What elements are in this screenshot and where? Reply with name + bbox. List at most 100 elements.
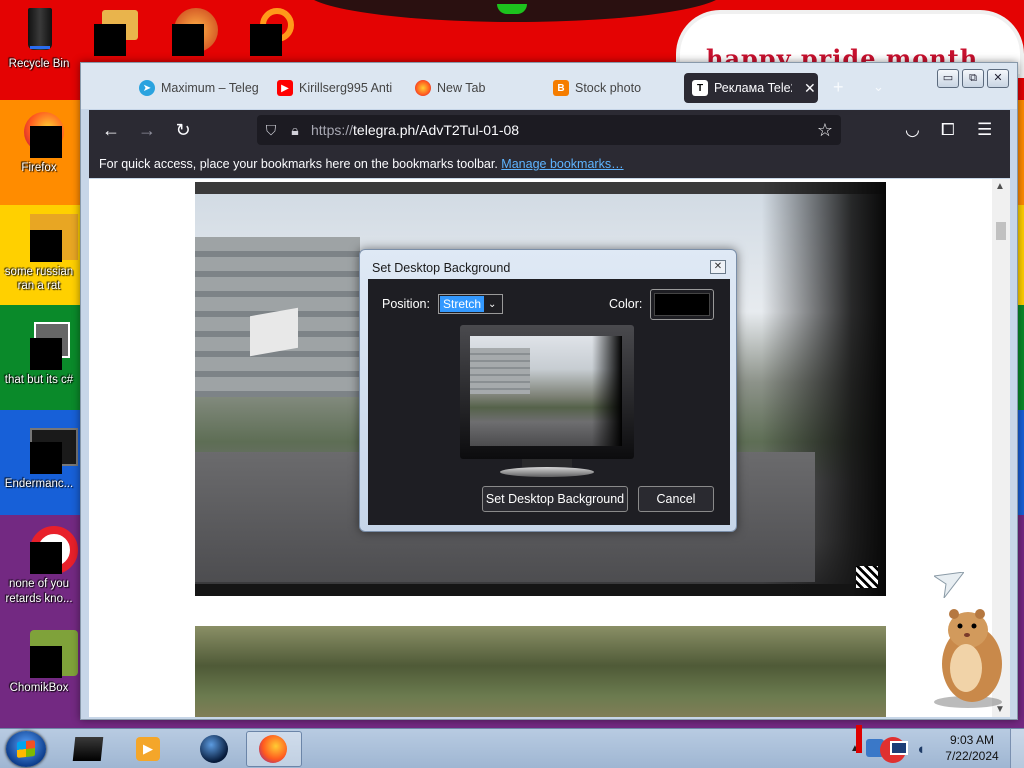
desktop-icon-russian-rat[interactable]: some russian ran a rat <box>0 214 78 293</box>
dialog-close-icon[interactable]: ✕ <box>710 260 726 274</box>
system-tray: ▲ ◖ <box>850 725 940 767</box>
firefox-icon <box>415 80 431 96</box>
youtube-icon: ▶ <box>277 80 293 96</box>
desktop-icon-endermanch[interactable]: Endermanc... <box>0 426 78 491</box>
telegram-icon: ➤ <box>139 80 155 96</box>
firefox-icon <box>259 735 287 763</box>
background-preview <box>470 336 622 446</box>
cancel-button[interactable]: Cancel <box>638 486 714 512</box>
manage-bookmarks-link[interactable]: Manage bookmarks… <box>501 157 623 171</box>
scrollbar-thumb[interactable] <box>996 222 1006 240</box>
windows-logo-icon <box>17 740 35 758</box>
tab-strip: ➤ Maximum – Teleg ▶ Kirillserg995 Anti N… <box>81 63 1017 109</box>
navigation-toolbar: ← → ↻ ⛉ 🔒︎ https://telegra.ph/AdvT2Tul-0… <box>89 110 1010 150</box>
display-icon[interactable] <box>890 741 908 755</box>
monitor-preview <box>460 325 634 481</box>
hamster-icon <box>16 630 78 678</box>
menu-icon[interactable]: ☰ <box>977 120 992 140</box>
color-label: Color: <box>609 297 643 311</box>
desktop-icon-csharp[interactable]: that but its c# <box>0 322 78 387</box>
desktop-icon-label: that but its c# <box>4 374 74 386</box>
tab-label: Maximum – Teleg <box>161 81 259 95</box>
desktop-icon-none-of-you[interactable]: none of you retards kno... <box>0 526 78 607</box>
tab-label: Kirillserg995 Anti <box>299 81 393 95</box>
tray-marker <box>856 725 862 753</box>
terminal-icon <box>16 426 78 474</box>
billboard <box>250 307 298 357</box>
paper-plane-icon <box>934 572 964 598</box>
position-value: Stretch <box>440 296 485 312</box>
tab-telegram[interactable]: ➤ Maximum – Teleg <box>131 73 261 103</box>
desktop-icon-label: Recycle Bin <box>8 58 70 70</box>
recycle-bin-icon <box>16 6 62 54</box>
close-button[interactable]: ✕ <box>987 69 1009 88</box>
play-icon: ▶ <box>136 737 160 761</box>
list-tabs-icon[interactable]: ⌄ <box>873 79 884 95</box>
new-tab-icon[interactable]: + <box>833 77 844 98</box>
bookmarks-hint: For quick access, place your bookmarks h… <box>99 157 498 171</box>
show-desktop-button[interactable] <box>1010 729 1024 768</box>
close-tab-icon[interactable]: ✕ <box>804 80 816 97</box>
color-picker-button[interactable] <box>650 289 714 320</box>
hamster-mascot <box>934 609 1002 708</box>
set-desktop-background-dialog: Set Desktop Background ✕ Position: Stret… <box>359 249 737 532</box>
desktop-shortcut-app[interactable] <box>250 8 298 56</box>
desktop-icon-label: Endermanc... <box>4 478 74 490</box>
reload-icon[interactable]: ↻ <box>165 120 201 141</box>
position-select[interactable]: Stretch ⌄ <box>438 294 503 314</box>
desktop-icon-label: ChomikBox <box>9 682 69 694</box>
qr-code <box>856 566 878 588</box>
desktop-icon-chomikbox[interactable]: ChomikBox <box>0 630 78 695</box>
desktop-shortcut-app[interactable] <box>172 8 220 56</box>
extensions-icon[interactable]: ⧠ <box>941 120 955 140</box>
start-button[interactable] <box>6 731 46 767</box>
desktop-decoration <box>305 0 725 22</box>
set-desktop-background-button[interactable]: Set Desktop Background <box>482 486 628 512</box>
stacked-windows-icon <box>16 322 70 370</box>
tab-tele2-ad[interactable]: T Реклама Tele2 ✕ <box>684 73 818 103</box>
tab-label: Stock photo <box>575 81 642 95</box>
tab-stock-photo[interactable]: B Stock photo <box>545 73 675 103</box>
file-icon <box>16 214 78 262</box>
forward-icon[interactable]: → <box>129 120 165 141</box>
telegraph-icon: T <box>692 80 708 96</box>
taskbar-firefox[interactable] <box>246 731 302 767</box>
dialog-body: Position: Stretch ⌄ Color: Set Desktop B… <box>368 279 730 525</box>
clock-time: 9:03 AM <box>949 733 995 747</box>
minimize-button[interactable]: ▭ <box>937 69 959 88</box>
tab-youtube[interactable]: ▶ Kirillserg995 Anti <box>269 73 397 103</box>
position-label: Position: <box>382 297 430 311</box>
lock-icon[interactable]: 🔒︎ <box>285 122 305 139</box>
desktop-icon-recycle-bin[interactable]: Recycle Bin <box>0 6 78 71</box>
back-icon[interactable]: ← <box>93 120 129 141</box>
clock[interactable]: 9:03 AM 7/22/2024 <box>942 732 1002 764</box>
opera-icon <box>16 526 78 574</box>
desktop-icon-label: Firefox <box>21 162 57 174</box>
desktop-shortcut-folder[interactable] <box>94 8 142 56</box>
article-photo <box>195 626 886 717</box>
chevron-down-icon: ⌄ <box>488 298 497 310</box>
tab-new-tab[interactable]: New Tab <box>407 73 527 103</box>
desktop-icon-firefox[interactable]: Firefox <box>0 110 78 175</box>
volume-icon[interactable]: ◖ <box>916 741 925 758</box>
blogger-icon: B <box>553 80 569 96</box>
taskbar-media-player[interactable]: ▶ <box>120 731 176 767</box>
bookmark-star-icon[interactable]: ☆ <box>817 120 833 141</box>
window-controls: ▭ ⧉ ✕ <box>937 69 1009 88</box>
firefox-icon <box>16 110 64 158</box>
clock-date: 7/22/2024 <box>945 749 999 763</box>
shield-icon[interactable]: ⛉ <box>257 122 285 139</box>
desktop-icon-label: none of you retards kno... <box>5 578 73 605</box>
tab-label: Реклама Tele2 <box>714 81 792 95</box>
dialog-title: Set Desktop Background <box>372 261 511 275</box>
taskbar-app-globe[interactable] <box>186 731 242 767</box>
scroll-up-icon[interactable]: ▲ <box>995 181 1005 192</box>
tab-label: New Tab <box>437 81 486 95</box>
pocket-icon[interactable]: ◡ <box>905 120 920 140</box>
bookmarks-toolbar: For quick access, place your bookmarks h… <box>89 150 1010 178</box>
maximize-button[interactable]: ⧉ <box>962 69 984 88</box>
url-bar[interactable]: ⛉ 🔒︎ https://telegra.ph/AdvT2Tul-01-08 ☆ <box>257 115 841 145</box>
desktop-icon-label: some russian ran a rat <box>4 266 74 292</box>
taskbar: ▶ ▲ ◖ 9:03 AM 7/22/2024 <box>0 725 1024 768</box>
taskbar-app-box[interactable] <box>60 731 116 767</box>
